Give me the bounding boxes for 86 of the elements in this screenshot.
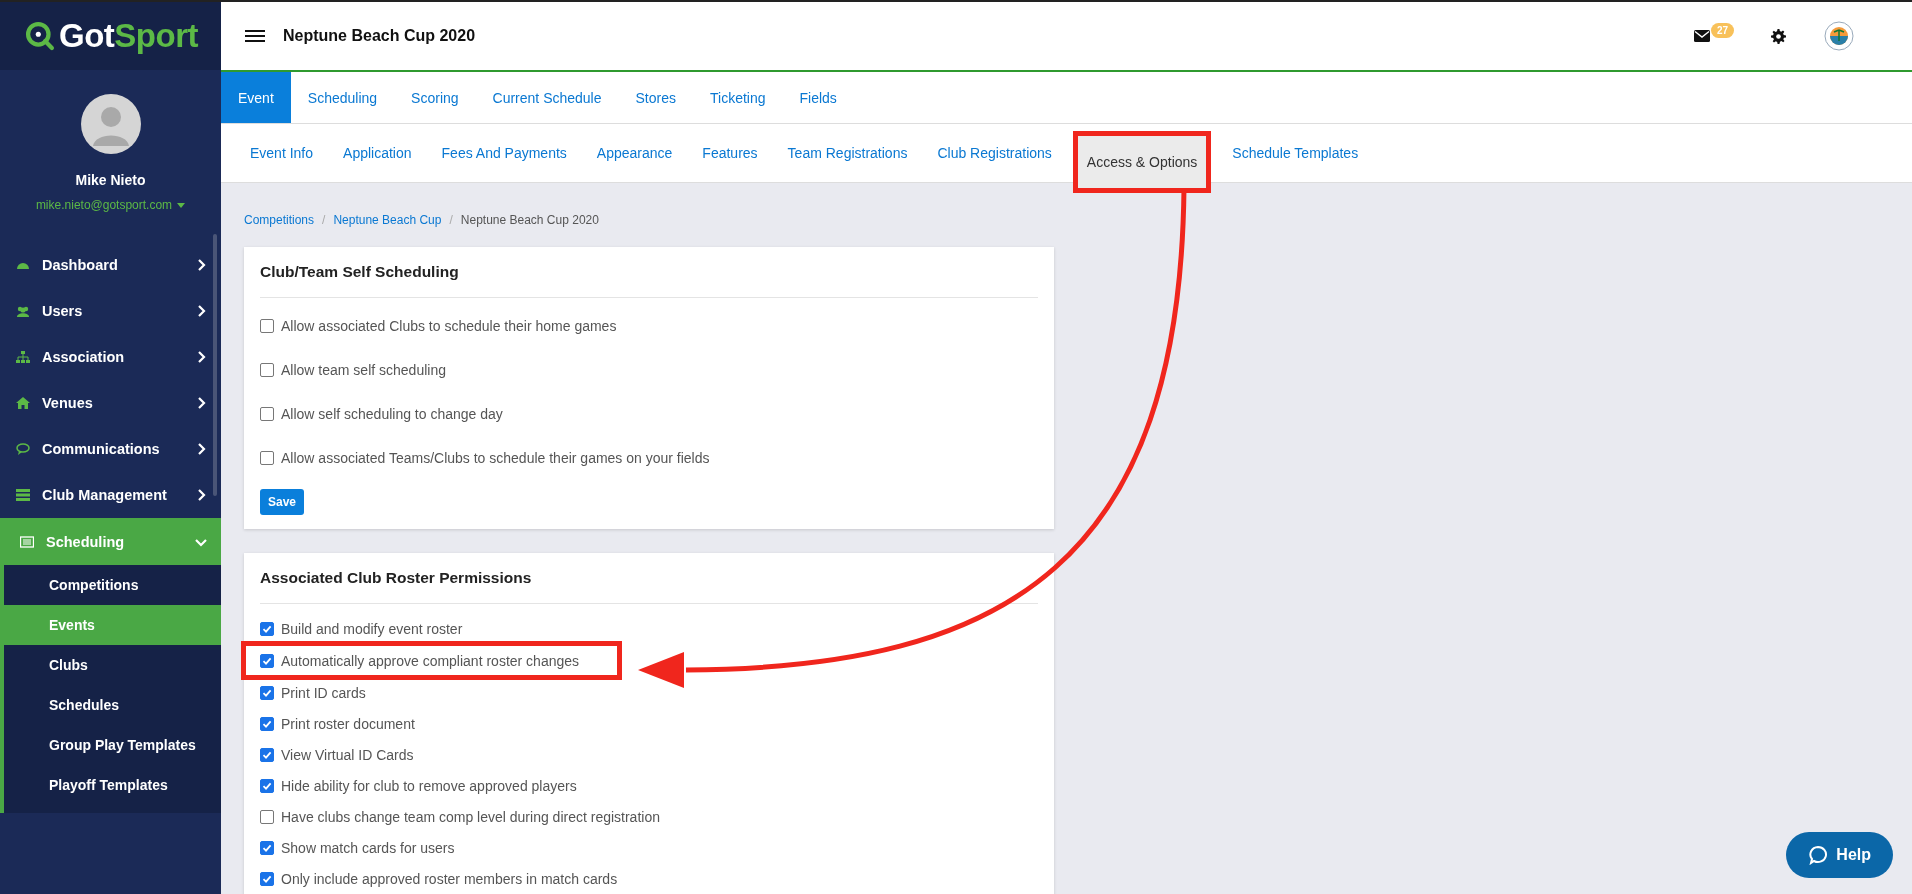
menu-icon[interactable] bbox=[245, 30, 265, 42]
card-title: Associated Club Roster Permissions bbox=[260, 569, 1038, 604]
option-checkbox[interactable]: Have clubs change team comp level during direct registration bbox=[260, 801, 660, 832]
sidebar-item[interactable]: Venues bbox=[0, 380, 221, 426]
club-logo-icon[interactable] bbox=[1824, 21, 1854, 51]
option-checkbox[interactable]: Automatically approve compliant roster changes bbox=[244, 644, 620, 677]
settings-tab[interactable]: Team Registrations bbox=[772, 124, 923, 182]
server-icon bbox=[16, 488, 30, 502]
settings-icon[interactable] bbox=[1771, 28, 1786, 44]
gotsport-logo: GotSport bbox=[0, 2, 221, 70]
checkbox[interactable] bbox=[260, 840, 274, 855]
checkbox[interactable] bbox=[260, 871, 274, 886]
settings-tab[interactable]: Features bbox=[687, 124, 773, 182]
checkbox[interactable] bbox=[260, 653, 274, 668]
chevron-right-icon bbox=[195, 351, 207, 363]
checkbox[interactable] bbox=[260, 362, 274, 377]
option-checkbox[interactable]: Print roster document bbox=[260, 708, 415, 739]
settings-tab[interactable]: Schedule Templates bbox=[1217, 124, 1374, 182]
mail-count-badge: 27 bbox=[1710, 22, 1734, 38]
settings-tab[interactable]: Event Info bbox=[235, 124, 329, 182]
chevron-right-icon bbox=[195, 397, 207, 409]
settings-tab[interactable]: Club Registrations bbox=[922, 124, 1067, 182]
option-checkbox[interactable]: Allow associated Teams/Clubs to schedule their games on your fields bbox=[260, 442, 710, 473]
option-checkbox[interactable]: Allow associated Clubs to schedule their home games bbox=[260, 310, 617, 341]
user-name: Mike Nieto bbox=[75, 172, 146, 188]
sidebar-subitem[interactable]: Clubs bbox=[4, 645, 221, 685]
users-icon bbox=[16, 304, 30, 318]
settings-tab[interactable]: Application bbox=[328, 124, 427, 182]
settings-tab[interactable]: Appearance bbox=[581, 124, 688, 182]
sidebar-item[interactable]: Association bbox=[0, 334, 221, 380]
save-button[interactable]: Save bbox=[260, 489, 305, 515]
checkbox[interactable] bbox=[260, 716, 274, 731]
option-checkbox[interactable]: Only include approved roster members in match cards bbox=[260, 863, 618, 894]
page-title: Neptune Beach Cup 2020 bbox=[283, 27, 476, 45]
option-checkbox[interactable]: Allow team self scheduling bbox=[260, 354, 446, 385]
sitemap-icon bbox=[16, 350, 30, 364]
option-checkbox[interactable]: Print ID cards bbox=[260, 677, 366, 708]
nav-tab[interactable]: Scheduling bbox=[290, 72, 395, 123]
avatar-silhouette bbox=[80, 94, 141, 154]
settings-tab[interactable]: Access & Options bbox=[1074, 133, 1210, 191]
help-button[interactable]: Help bbox=[1786, 832, 1893, 878]
checkbox[interactable] bbox=[260, 318, 274, 333]
checkbox[interactable] bbox=[260, 450, 274, 465]
chevron-right-icon bbox=[195, 489, 207, 501]
chat-bubble-icon bbox=[1808, 845, 1829, 865]
option-checkbox[interactable]: Show match cards for users bbox=[260, 832, 455, 863]
nav-tab[interactable]: Ticketing bbox=[693, 72, 783, 123]
checkbox[interactable] bbox=[260, 621, 274, 636]
sidebar-subitem[interactable]: Playoff Templates bbox=[4, 765, 221, 805]
option-checkbox[interactable]: View Virtual ID Cards bbox=[260, 739, 414, 770]
sidebar-item[interactable]: Dashboard bbox=[0, 242, 221, 288]
chevron-right-icon bbox=[195, 259, 207, 271]
caret-icon bbox=[177, 202, 186, 208]
checkbox[interactable] bbox=[260, 406, 274, 421]
chat-icon bbox=[16, 442, 30, 456]
sidebar-item[interactable]: Users bbox=[0, 288, 221, 334]
breadcrumb-current: Neptune Beach Cup 2020 bbox=[460, 213, 599, 227]
sidebar-subitem[interactable]: Competitions bbox=[4, 565, 221, 605]
breadcrumb-link[interactable]: Neptune Beach Cup bbox=[333, 213, 442, 227]
list-icon bbox=[20, 534, 34, 549]
chevron-right-icon bbox=[195, 443, 207, 455]
user-email-dropdown[interactable]: mike.nieto@gotsport.com bbox=[35, 198, 186, 212]
breadcrumb-separator: / bbox=[449, 213, 453, 227]
sidebar-item[interactable]: Communications bbox=[0, 426, 221, 472]
card-title: Club/Team Self Scheduling bbox=[260, 263, 1038, 298]
checkbox[interactable] bbox=[260, 778, 274, 793]
sidebar-subitem[interactable]: Group Play Templates bbox=[4, 725, 221, 765]
checkbox[interactable] bbox=[260, 747, 274, 762]
breadcrumb-link[interactable]: Competitions bbox=[244, 213, 315, 227]
nav-tab[interactable]: Stores bbox=[618, 72, 693, 123]
home-icon bbox=[16, 396, 30, 410]
nav-tab[interactable]: Fields bbox=[782, 72, 854, 123]
sidebar-subitem[interactable]: Schedules bbox=[4, 685, 221, 725]
sidebar-item[interactable]: Club Management bbox=[0, 472, 221, 518]
chevron-right-icon bbox=[195, 305, 207, 317]
settings-tab[interactable]: Fees And Payments bbox=[426, 124, 582, 182]
option-checkbox[interactable]: Build and modify event roster bbox=[260, 613, 463, 644]
nav-tab[interactable]: Scoring bbox=[394, 72, 476, 123]
mail-icon[interactable] bbox=[1693, 30, 1710, 42]
option-checkbox[interactable]: Allow self scheduling to change day bbox=[260, 398, 503, 429]
nav-tab[interactable]: Event bbox=[221, 72, 291, 123]
breadcrumb-separator: / bbox=[322, 213, 326, 227]
nav-tab[interactable]: Current Schedule bbox=[475, 72, 619, 123]
checkbox[interactable] bbox=[260, 685, 274, 700]
checkbox[interactable] bbox=[260, 809, 274, 824]
option-checkbox[interactable]: Hide ability for club to remove approved players bbox=[260, 770, 577, 801]
